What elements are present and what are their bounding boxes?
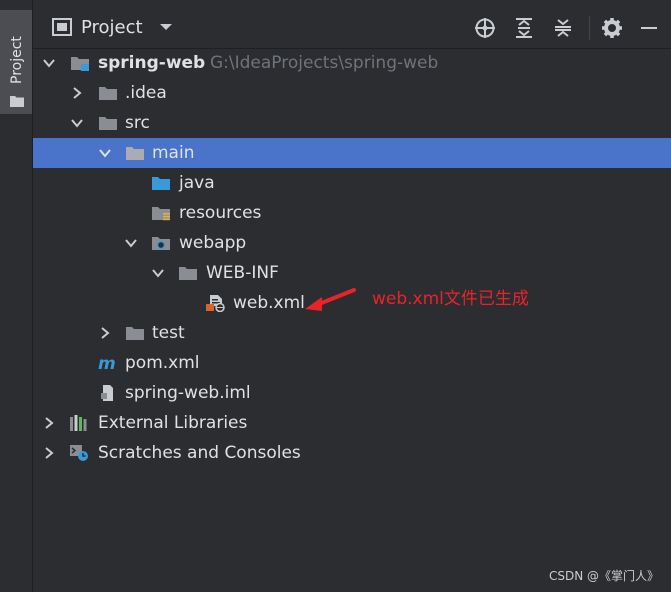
- expand-all-icon[interactable]: [512, 16, 536, 40]
- folder-icon: [126, 147, 144, 160]
- libraries-icon: [70, 415, 87, 431]
- tree-node-iml[interactable]: spring-web.iml: [33, 378, 671, 408]
- chevron-right-icon[interactable]: [42, 416, 56, 430]
- toolwindow-title: Project: [81, 17, 143, 38]
- tree-node-external-libraries[interactable]: External Libraries: [33, 408, 671, 438]
- chevron-right-icon[interactable]: [98, 326, 112, 340]
- project-side-tab[interactable]: Project: [0, 10, 32, 114]
- project-toolwindow-header: Project: [33, 8, 671, 49]
- resources-folder-icon: [152, 207, 170, 221]
- minimize-icon[interactable]: [637, 16, 661, 40]
- root-path: G:\IdeaProjects\spring-web: [210, 53, 439, 73]
- project-view-icon: [52, 18, 72, 36]
- tree-node-test[interactable]: test: [33, 318, 671, 348]
- red-arrow-icon: [305, 288, 356, 311]
- project-tree: spring-web G:\IdeaProjects\spring-web .i…: [33, 48, 671, 592]
- project-side-tab-label: Project: [9, 36, 25, 84]
- maven-icon: m: [98, 354, 116, 372]
- resources-label: resources: [179, 203, 262, 223]
- chevron-down-icon[interactable]: [42, 56, 56, 70]
- idea-label: .idea: [125, 83, 167, 103]
- java-label: java: [179, 173, 215, 193]
- test-label: test: [152, 323, 185, 343]
- folder-icon: [10, 96, 24, 107]
- watermark: CSDN @《掌门人》: [548, 569, 659, 583]
- tree-node-webapp[interactable]: webapp: [33, 228, 671, 258]
- chevron-down-icon[interactable]: [151, 266, 165, 280]
- tree-node-root[interactable]: spring-web G:\IdeaProjects\spring-web: [33, 48, 671, 78]
- gear-icon[interactable]: [600, 16, 624, 40]
- pom-label: pom.xml: [125, 353, 200, 373]
- tree-node-java[interactable]: java: [33, 168, 671, 198]
- locate-icon[interactable]: [473, 16, 497, 40]
- chevron-down-icon[interactable]: [124, 236, 138, 250]
- iml-file-icon: [101, 385, 113, 401]
- iml-label: spring-web.iml: [125, 383, 251, 403]
- main-label: main: [152, 143, 195, 163]
- web-xml-file-icon: [206, 295, 225, 312]
- module-folder-icon: [71, 57, 89, 71]
- src-label: src: [125, 113, 150, 133]
- tree-node-src[interactable]: src: [33, 108, 671, 138]
- web-folder-icon: [152, 237, 170, 250]
- webapp-label: webapp: [179, 233, 247, 253]
- chevron-right-icon[interactable]: [70, 86, 84, 100]
- chevron-down-icon[interactable]: [159, 22, 173, 32]
- root-label: spring-web: [98, 53, 206, 73]
- folder-icon: [126, 327, 144, 340]
- source-folder-icon: [152, 177, 170, 190]
- left-tool-strip: Project: [0, 0, 33, 592]
- folder-icon: [99, 87, 117, 100]
- folder-icon: [99, 117, 117, 130]
- header-separator: [589, 16, 590, 40]
- tree-node-main[interactable]: main: [33, 138, 671, 168]
- chevron-down-icon[interactable]: [98, 146, 112, 160]
- tree-node-idea[interactable]: .idea: [33, 78, 671, 108]
- tree-node-pom[interactable]: m pom.xml: [33, 348, 671, 378]
- scratches-label: Scratches and Consoles: [98, 443, 301, 463]
- chevron-down-icon[interactable]: [70, 116, 84, 130]
- webxml-label: web.xml: [233, 293, 305, 313]
- collapse-all-icon[interactable]: [551, 16, 575, 40]
- webinf-label: WEB-INF: [206, 263, 279, 283]
- external-libraries-label: External Libraries: [98, 413, 248, 433]
- chevron-right-icon[interactable]: [42, 446, 56, 460]
- tree-node-resources[interactable]: resources: [33, 198, 671, 228]
- scratches-icon: [70, 445, 88, 461]
- svg-text:m: m: [98, 354, 116, 372]
- folder-icon: [179, 267, 197, 280]
- tree-node-scratches[interactable]: Scratches and Consoles: [33, 438, 671, 468]
- annotation-text: web.xml文件已生成: [372, 289, 529, 309]
